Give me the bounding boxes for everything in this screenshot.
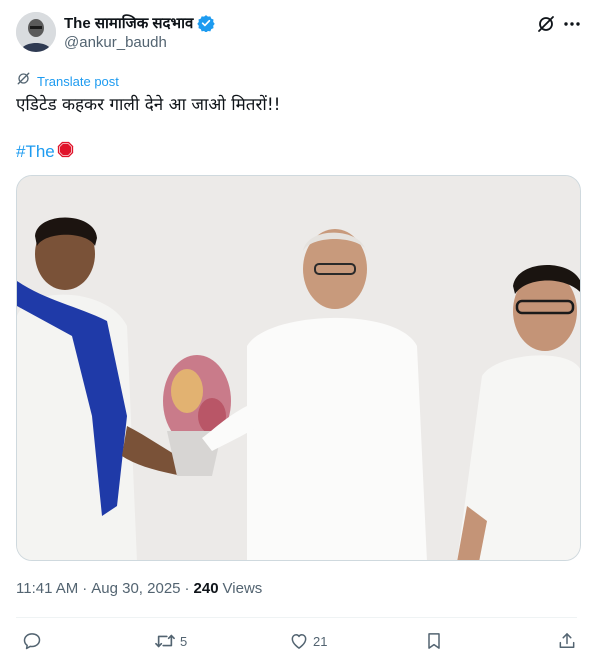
display-name[interactable]: The सामाजिक सदभाव [64,13,193,33]
name-row: The सामाजिक सदभाव [64,13,215,33]
meta-separator: · [82,580,88,597]
share-button[interactable] [557,631,577,651]
translate-icon [16,71,31,91]
repost-icon [154,631,176,651]
verified-badge-icon [197,14,215,32]
reply-icon [22,631,42,651]
post-card: The सामाजिक सदभाव @ankur_baudh Translate… [0,0,593,667]
grok-icon[interactable] [536,14,556,34]
hashtag-row: #The [16,141,74,163]
like-button[interactable]: 21 [289,631,327,651]
avatar[interactable] [16,12,56,52]
user-handle[interactable]: @ankur_baudh [64,34,167,51]
like-count: 21 [313,633,328,649]
share-icon [557,631,577,651]
repost-count: 5 [180,633,188,649]
views-label: Views [222,580,263,597]
repost-button[interactable]: 5 [154,631,187,651]
post-date[interactable]: Aug 30, 2025 [91,580,180,597]
post-photo[interactable] [16,175,581,561]
reply-button[interactable] [22,631,46,651]
bookmark-icon [424,631,444,651]
divider [16,617,577,618]
heart-icon [289,631,309,651]
more-options-icon[interactable] [562,14,582,34]
post-time[interactable]: 11:41 AM [16,580,78,597]
post-meta: 11:41 AM · Aug 30, 2025 · 240 Views [16,580,262,597]
photo-illustration [17,176,580,560]
translate-post-link[interactable]: Translate post [16,71,119,91]
translate-label: Translate post [37,73,119,89]
hashtag-link[interactable]: #The [16,142,55,162]
stop-sign-icon [57,141,74,163]
post-text: एडिटेड कहकर गाली देने आ जाओ मितरों!! [16,95,281,115]
views-count: 240 [193,580,219,597]
bookmark-button[interactable] [424,631,444,651]
meta-separator: · [184,580,190,597]
